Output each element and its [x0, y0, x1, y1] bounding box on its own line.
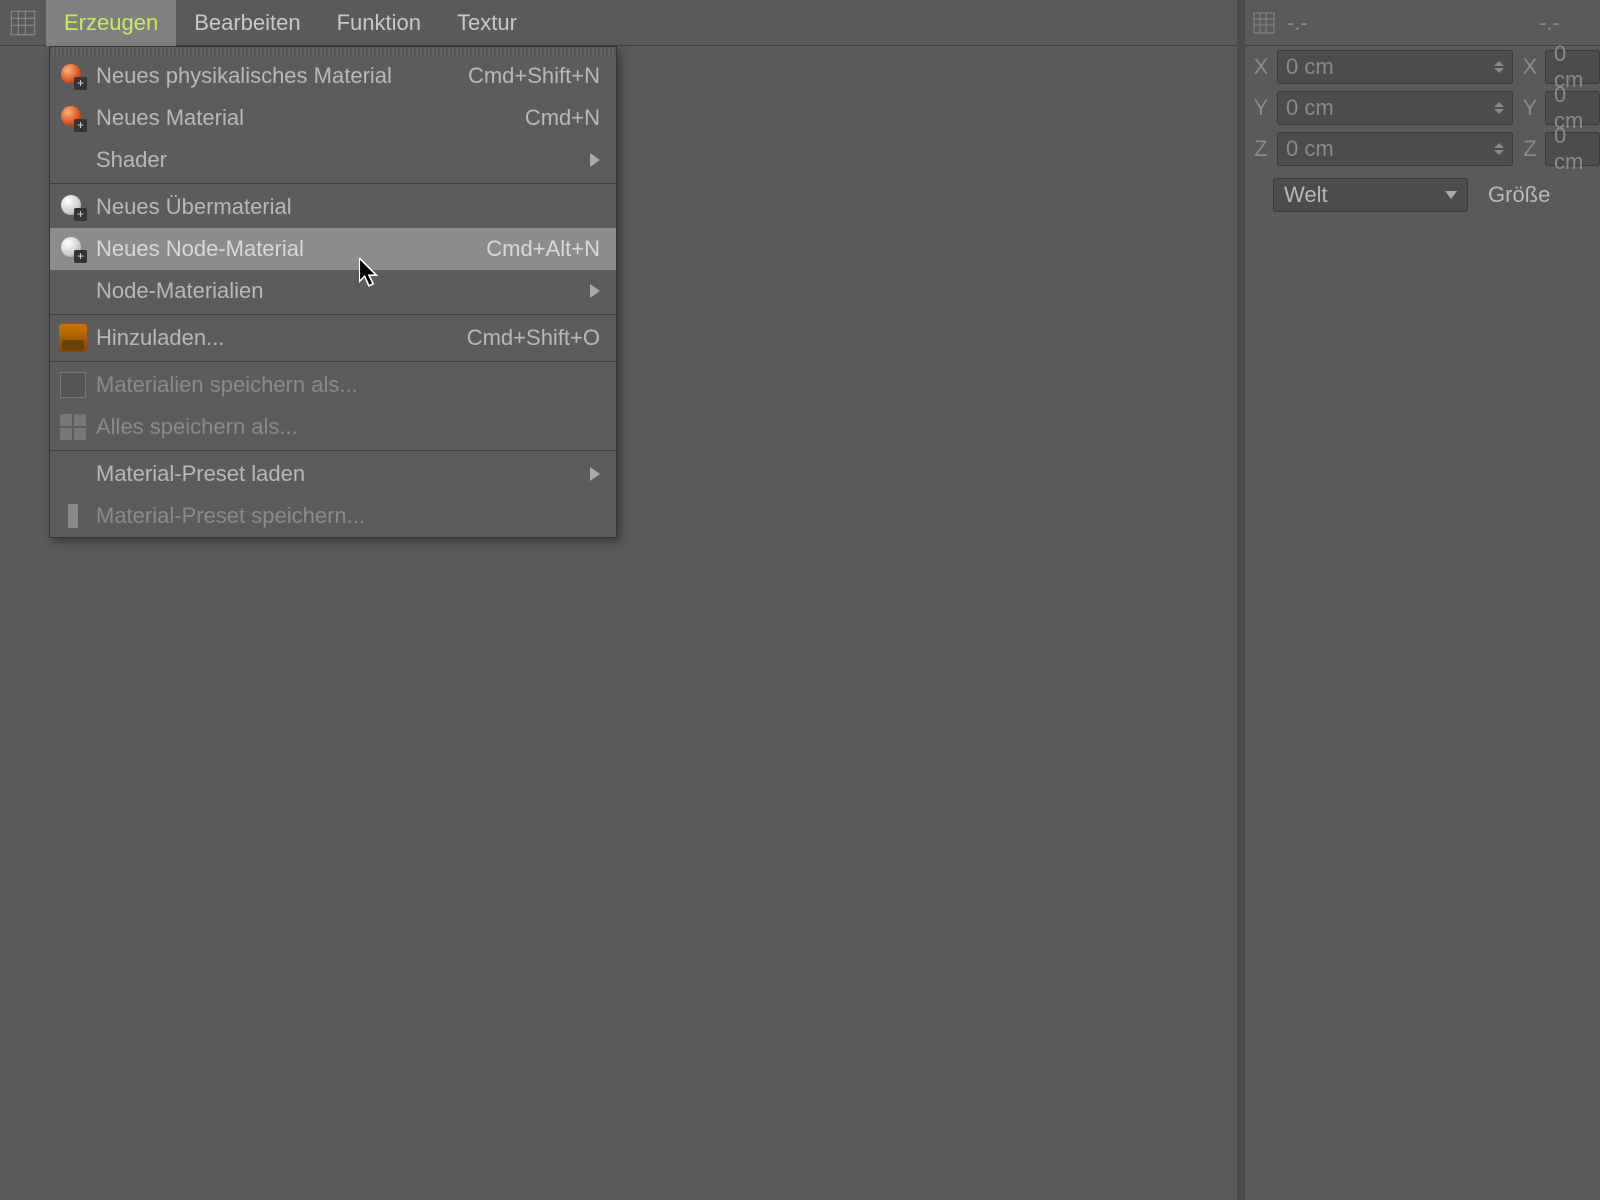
coord-value: 0 cm [1286, 95, 1334, 121]
menu-tab-textur[interactable]: Textur [439, 0, 535, 46]
menu-item-label: Shader [96, 147, 586, 173]
menu-item-shortcut: Cmd+N [525, 105, 600, 131]
menu-item-shortcut: Cmd+Shift+N [468, 63, 600, 89]
axis-label: Z [1249, 136, 1273, 162]
coord-x-input[interactable]: 0 cm [1277, 50, 1513, 84]
submenu-arrow-icon [586, 153, 600, 167]
blank-icon [50, 270, 96, 312]
menu-tab-label: Erzeugen [64, 10, 158, 36]
header-value-1: -.- [1283, 10, 1308, 36]
coord-row-y: Y 0 cm Y 0 cm [1245, 87, 1600, 128]
panel-icon[interactable] [1245, 0, 1283, 46]
menu-grip[interactable] [50, 47, 616, 55]
menu-separator [50, 450, 616, 451]
axis-label: Y [1249, 95, 1273, 121]
menu-separator [50, 183, 616, 184]
material-sphere-icon: + [50, 55, 96, 97]
menu-item-label: Neues Material [96, 105, 525, 131]
menu-item-load[interactable]: Hinzuladen... Cmd+Shift+O [50, 317, 616, 359]
menu-item-new-node-material[interactable]: + Neues Node-Material Cmd+Alt+N [50, 228, 616, 270]
chevron-down-icon [1445, 186, 1457, 204]
menu-item-shortcut: Cmd+Alt+N [486, 236, 600, 262]
menu-item-node-materials[interactable]: Node-Materialien [50, 270, 616, 312]
preset-icon [50, 495, 96, 537]
submenu-arrow-icon [586, 284, 600, 298]
dropdown-value: Welt [1284, 182, 1328, 208]
coord-space-row: Welt Größe [1245, 173, 1600, 217]
axis-label: X [1249, 54, 1273, 80]
blank-icon [50, 139, 96, 181]
node-material-icon: + [50, 186, 96, 228]
panel-icon[interactable] [0, 0, 46, 46]
menu-tab-label: Textur [457, 10, 517, 36]
coord-x2-input[interactable]: 0 cm [1545, 50, 1600, 84]
menu-tab-funktion[interactable]: Funktion [319, 0, 439, 46]
menu-item-shader[interactable]: Shader [50, 139, 616, 181]
save-all-icon [50, 406, 96, 448]
menu-item-label: Materialien speichern als... [96, 372, 600, 398]
menu-tab-erzeugen[interactable]: Erzeugen [46, 0, 176, 46]
coord-space-dropdown[interactable]: Welt [1273, 178, 1468, 212]
menu-item-load-preset[interactable]: Material-Preset laden [50, 453, 616, 495]
coord-row-z: Z 0 cm Z 0 cm [1245, 128, 1600, 169]
axis-label: Z [1519, 136, 1541, 162]
menu-item-label: Node-Materialien [96, 278, 586, 304]
coord-z2-input[interactable]: 0 cm [1545, 132, 1600, 166]
menu-item-label: Neues physikalisches Material [96, 63, 468, 89]
menu-tab-label: Funktion [337, 10, 421, 36]
menu-item-save-all-as: Alles speichern als... [50, 406, 616, 448]
menu-item-save-preset: Material-Preset speichern... [50, 495, 616, 537]
save-icon [50, 364, 96, 406]
material-manager-area: Erzeugen Bearbeiten Funktion Textur + Ne… [0, 0, 1237, 1200]
menu-separator [50, 361, 616, 362]
coordinates-header: -.- -.- [1245, 0, 1600, 46]
axis-label: Y [1519, 95, 1541, 121]
coord-value: 0 cm [1286, 136, 1334, 162]
submenu-arrow-icon [586, 467, 600, 481]
coord-y2-input[interactable]: 0 cm [1545, 91, 1600, 125]
blank-icon [50, 453, 96, 495]
coord-value: 0 cm [1554, 123, 1599, 175]
axis-label: X [1519, 54, 1541, 80]
coord-row-x: X 0 cm X 0 cm [1245, 46, 1600, 87]
spinner-icon[interactable] [1494, 53, 1508, 81]
coordinates-panel: -.- -.- X 0 cm X 0 cm Y 0 cm Y 0 cm Z 0 … [1245, 0, 1600, 1200]
spinner-icon[interactable] [1494, 94, 1508, 122]
menu-item-label: Neues Node-Material [96, 236, 486, 262]
menu-item-save-materials-as: Materialien speichern als... [50, 364, 616, 406]
menu-item-shortcut: Cmd+Shift+O [467, 325, 600, 351]
coord-z-input[interactable]: 0 cm [1277, 132, 1513, 166]
menu-item-label: Neues Übermaterial [96, 194, 600, 220]
menu-item-label: Material-Preset speichern... [96, 503, 600, 529]
menu-item-new-uber-material[interactable]: + Neues Übermaterial [50, 186, 616, 228]
node-material-icon: + [50, 228, 96, 270]
menubar: Erzeugen Bearbeiten Funktion Textur [0, 0, 1237, 46]
menu-item-label: Material-Preset laden [96, 461, 586, 487]
material-sphere-icon: + [50, 97, 96, 139]
menu-item-new-physical-material[interactable]: + Neues physikalisches Material Cmd+Shif… [50, 55, 616, 97]
menu-item-label: Alles speichern als... [96, 414, 600, 440]
menu-item-label: Hinzuladen... [96, 325, 467, 351]
header-value-2: -.- [1535, 10, 1600, 36]
menu-item-new-material[interactable]: + Neues Material Cmd+N [50, 97, 616, 139]
menu-tab-bearbeiten[interactable]: Bearbeiten [176, 0, 318, 46]
load-icon [50, 317, 96, 359]
menu-separator [50, 314, 616, 315]
spinner-icon[interactable] [1494, 135, 1508, 163]
coord-y-input[interactable]: 0 cm [1277, 91, 1513, 125]
coord-value: 0 cm [1286, 54, 1334, 80]
size-button[interactable]: Größe [1488, 182, 1550, 208]
menu-tab-label: Bearbeiten [194, 10, 300, 36]
erzeugen-dropdown: + Neues physikalisches Material Cmd+Shif… [49, 46, 617, 538]
